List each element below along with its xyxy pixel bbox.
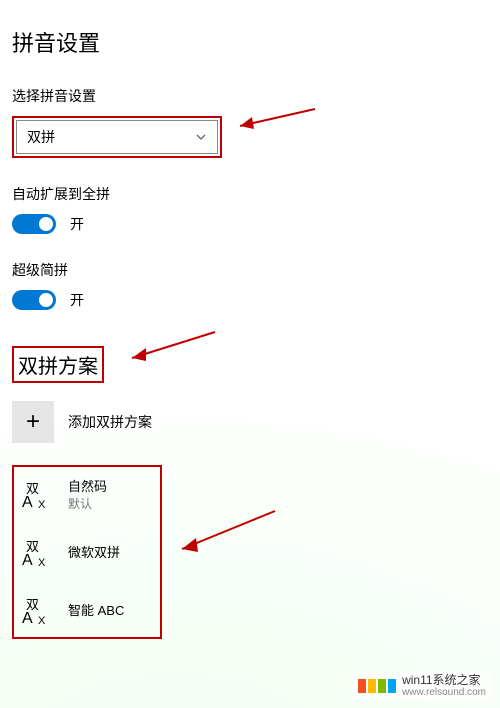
svg-text:A: A [22,610,33,627]
annotation-arrow-icon [120,328,220,368]
super-jian-label: 超级简拼 [12,260,488,280]
auto-expand-state: 开 [70,214,84,234]
watermark-url: www.relsound.com [402,687,486,698]
annotation-box-dropdown: 双拼 [12,116,222,158]
toggle-knob [39,293,53,307]
svg-text:A: A [22,494,33,511]
add-scheme-label: 添加双拼方案 [68,412,152,432]
svg-text:X: X [38,499,46,511]
shuangpin-icon: 双 A X [20,593,56,629]
scheme-sub: 默认 [68,495,107,512]
scheme-item[interactable]: 双 A X 微软双拼 [20,535,154,571]
scheme-item[interactable]: 双 A X 智能 ABC [20,593,154,629]
scheme-item[interactable]: 双 A X 自然码 默认 [20,477,154,513]
annotation-arrow-icon [170,505,280,565]
watermark-logo-icon [358,679,396,693]
pinyin-select-dropdown[interactable]: 双拼 [16,120,218,154]
page-title: 拼音设置 [12,26,488,58]
super-jian-toggle[interactable] [12,290,56,310]
scheme-heading: 双拼方案 [18,350,98,379]
scheme-name: 自然码 [68,479,107,495]
annotation-arrow-icon [230,104,320,138]
add-scheme-button[interactable]: + [12,401,54,443]
pinyin-select-value: 双拼 [27,127,55,147]
pinyin-select-label: 选择拼音设置 [12,86,488,106]
annotation-box-heading: 双拼方案 [12,346,104,383]
auto-expand-label: 自动扩展到全拼 [12,184,488,204]
scheme-name: 微软双拼 [68,545,120,561]
svg-text:A: A [22,552,33,569]
watermark-title: win11系统之家 [402,674,486,687]
auto-expand-toggle[interactable] [12,214,56,234]
chevron-down-icon [195,131,207,143]
super-jian-state: 开 [70,290,84,310]
watermark: win11系统之家 www.relsound.com [352,672,492,700]
annotation-box-schemes: 双 A X 自然码 默认 双 A X [12,465,162,639]
svg-text:X: X [38,615,46,627]
shuangpin-icon: 双 A X [20,535,56,571]
toggle-knob [39,217,53,231]
scheme-name: 智能 ABC [68,603,124,619]
shuangpin-icon: 双 A X [20,477,56,513]
plus-icon: + [26,408,40,436]
svg-text:X: X [38,557,46,569]
